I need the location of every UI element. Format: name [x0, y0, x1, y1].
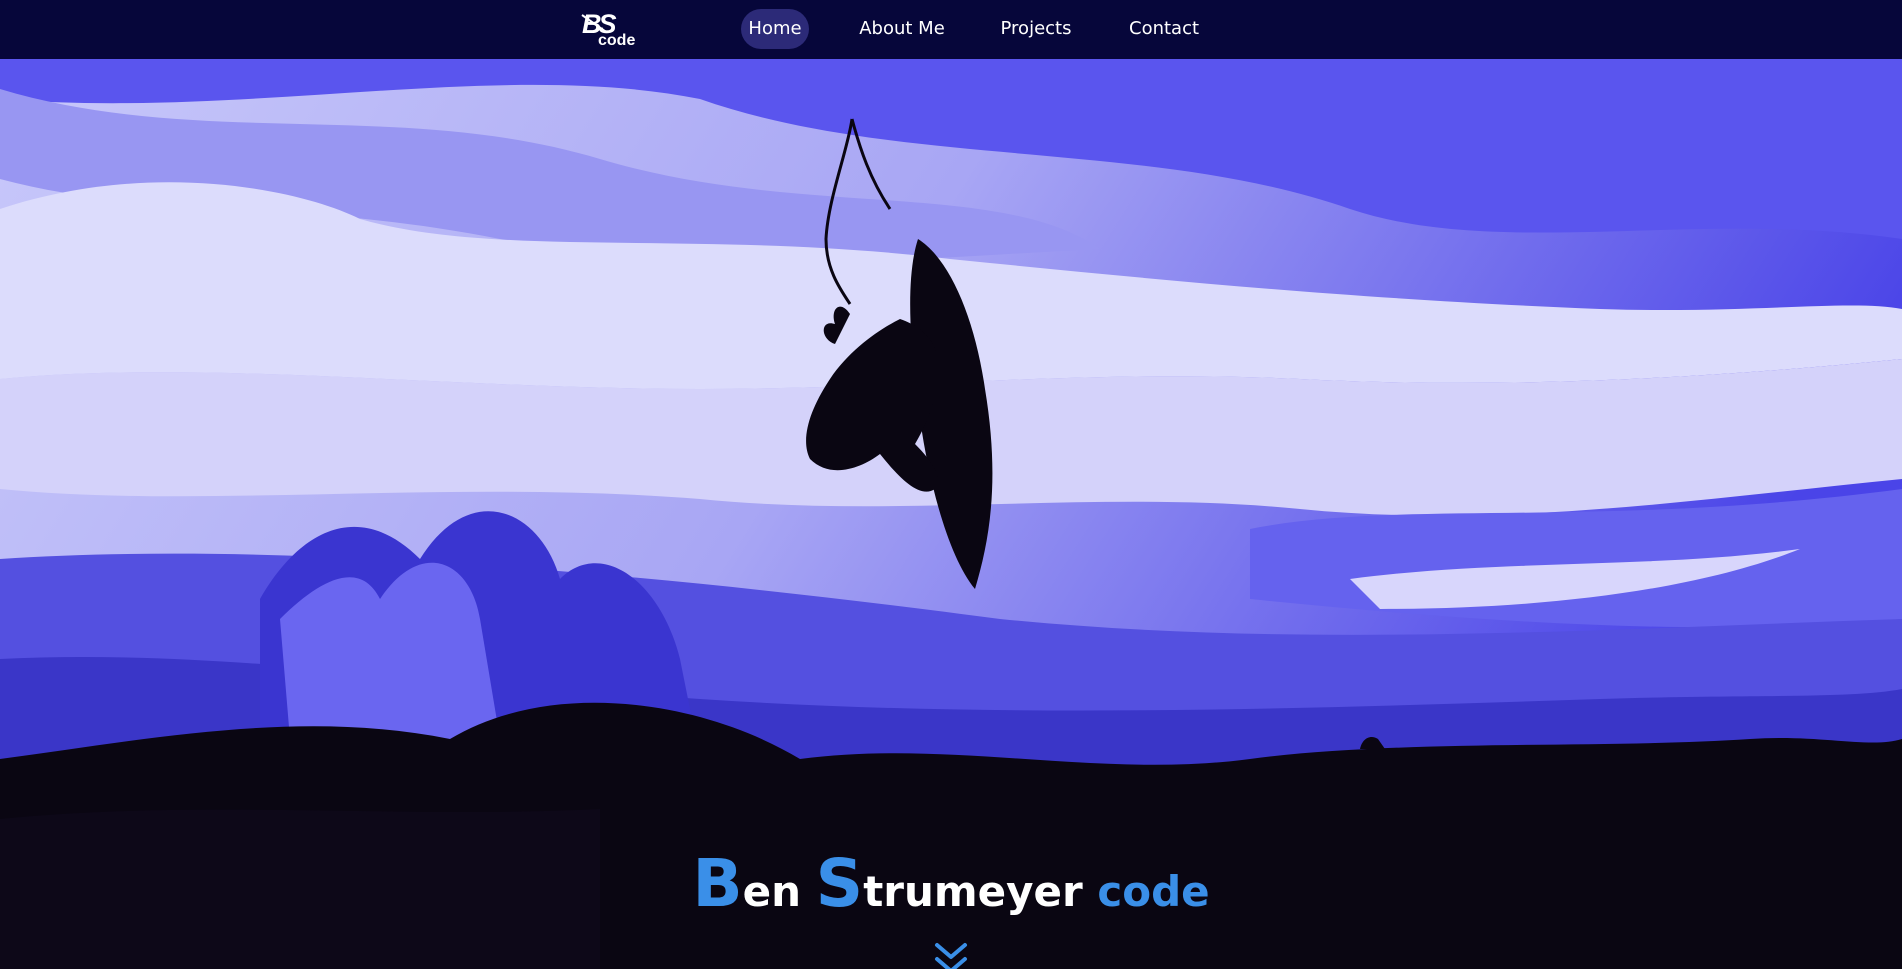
title-first-rest: en: [742, 867, 816, 916]
title-last-initial: S: [815, 845, 864, 922]
nav-home[interactable]: Home: [741, 9, 809, 49]
hero-section: Ben Strumeyer code: [0, 59, 1902, 969]
logo-code-text: code: [598, 32, 636, 49]
nav-projects[interactable]: Projects: [1000, 9, 1072, 49]
title-suffix: code: [1097, 867, 1210, 916]
double-chevron-down-icon[interactable]: [933, 941, 969, 969]
nav-about-me[interactable]: About Me: [858, 9, 946, 49]
title-last-rest: trumeyer: [863, 867, 1098, 916]
site-logo[interactable]: BS code: [580, 8, 636, 52]
nav-contact[interactable]: Contact: [1129, 9, 1199, 49]
surfer-silhouette-image: [0, 59, 1902, 969]
title-first-initial: B: [692, 845, 743, 922]
hero-title: Ben Strumeyer code: [0, 845, 1902, 922]
top-navbar: BS code Home About Me Projects Contact: [0, 0, 1902, 59]
